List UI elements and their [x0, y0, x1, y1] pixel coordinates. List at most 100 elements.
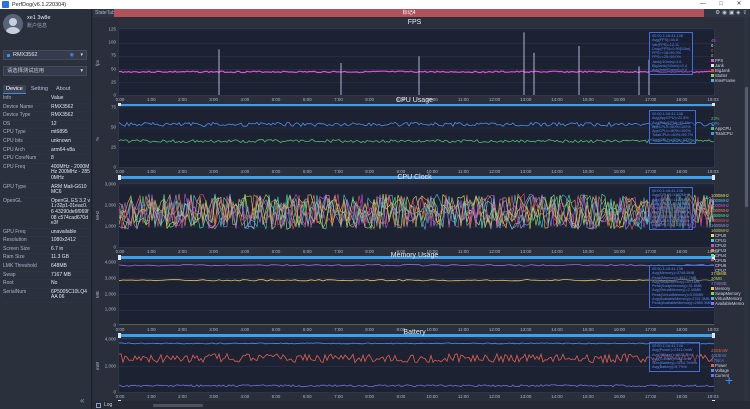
x-tick-label: 11:00 [457, 394, 469, 399]
info-key: Device Name [3, 103, 34, 110]
folder-icon[interactable]: ▣ [729, 9, 734, 17]
info-key: Root [3, 280, 14, 287]
info-value: No [51, 280, 58, 287]
x-tick-label: 2:00 [178, 394, 187, 399]
close-button[interactable]: ✕ [730, 0, 748, 9]
horizontal-scrollbar[interactable] [153, 404, 203, 407]
x-tick-label: 9:00 [396, 394, 406, 399]
info-key: OS [3, 120, 11, 127]
info-row: Resolution 1080x2412 [3, 237, 90, 246]
device-info-table: Info Value Device Name RMX3562 Device Type… [3, 95, 90, 304]
bottom-bar: Log [93, 401, 750, 409]
info-key: Resolution [3, 237, 27, 244]
x-tick-label: 13:00 [520, 394, 532, 399]
info-row: CPU Type mt6895 [3, 129, 90, 138]
legend-swatch [711, 287, 714, 290]
plot-area[interactable]: 00:00-1:16:41.138 Avg(CPU0)=1482MHz Avg(CP… [118, 183, 715, 248]
info-key: LMK Threshold [3, 263, 37, 270]
app-dropdown[interactable]: 请选择测试应用 ▾ [3, 66, 87, 76]
info-row: Device Name RMX3562 [3, 104, 90, 113]
info-key: OpenGL [3, 197, 22, 204]
tab-device[interactable]: Device [3, 85, 26, 94]
avatar[interactable] [3, 14, 23, 34]
y-tick-label: 25 [110, 79, 116, 85]
stat-line: Avg(AppCPU)=22.8% [652, 116, 689, 121]
stats-box: 00:00-1:16:41.138 Avg(Memory)=3748.5MB Pea… [649, 265, 714, 308]
y-tick-label: 4,000 [104, 259, 116, 265]
tab-setting[interactable]: Setting [28, 85, 51, 94]
export-icon[interactable]: ⇪ [742, 9, 747, 17]
vertical-scrollbar[interactable] [744, 17, 749, 401]
legend-swatch [711, 297, 714, 300]
y-tick-label: 75 [110, 104, 116, 110]
plot-area[interactable]: 00:00-1:16:41.138 Avg(FPS)=44.8 Var(FPS)=1… [118, 28, 715, 96]
y-tick-label: 1,000 [104, 223, 116, 229]
series-line-appcpu [119, 139, 714, 144]
window-title: PerfDog(v6.1.220304) [12, 1, 67, 8]
sidebar-tabs: Device Setting About [3, 85, 73, 94]
window-controls: — □ ✕ [694, 0, 748, 9]
info-value: mt6895 [51, 129, 68, 136]
plot-area[interactable]: 00:00-1:16:41.138 Avg(Memory)=3748.5MB Pea… [118, 261, 715, 326]
legend-swatch [711, 302, 714, 305]
series-line-memory [119, 279, 714, 282]
info-value: 6.7 in [51, 245, 64, 252]
stats-box: 00:00-1:16:41.138 Avg(AppCPU)=22.8% Avg(To… [649, 110, 697, 145]
camera-icon[interactable]: ◉ [722, 9, 727, 17]
record-tag[interactable]: 标记4 [114, 9, 704, 17]
chart-title: FPS [407, 19, 422, 26]
info-header: Info Value [3, 95, 90, 104]
chart-panel-mem: Memory Usage MB 4,000 3,000 2,000 1,000 0 00:00… [94, 252, 747, 338]
info-value: RMX3562 [51, 112, 74, 119]
legend-swatch [711, 374, 714, 377]
legend-swatch [711, 127, 714, 130]
log-label: Log [104, 402, 113, 408]
plot-area[interactable]: 00:00-1:16:41.138 Avg(AppCPU)=22.8% Avg(To… [118, 106, 715, 168]
stat-line: Avg(Power)=2341.0mW [652, 348, 693, 353]
info-value: 8 [51, 155, 54, 162]
maximize-button[interactable]: □ [712, 0, 730, 9]
x-tick-label: 16:00 [613, 394, 625, 399]
legend-swatch [711, 234, 714, 237]
info-value: unavailable [51, 228, 77, 235]
legend-swatch [711, 292, 714, 295]
account-center-link[interactable]: 账户信息 [27, 22, 51, 30]
info-key: SerialNum [3, 288, 27, 295]
user-name: xe1 3w8e [27, 15, 51, 21]
log-checkbox[interactable] [96, 402, 101, 408]
stat-line: Avg(CPU7)=1729MHz [652, 223, 690, 228]
x-tick-label: 15:00 [582, 394, 594, 399]
y-tick-label: 1,000 [104, 306, 116, 312]
legend-label: TotalCPU [715, 131, 733, 136]
info-key: Device Type [3, 112, 31, 119]
device-dropdown[interactable]: RMX3562 ◉ ▾ [3, 50, 87, 60]
y-tick-label: 100 [108, 39, 116, 45]
series-line-available [119, 264, 714, 267]
filter-icon[interactable]: ◈ [736, 9, 740, 17]
add-chart-button[interactable]: + [725, 372, 733, 388]
legend-swatch [711, 132, 714, 135]
stat-line: TotalCPU<=80%=100% [652, 137, 692, 142]
y-tick-label: 2,000 [104, 291, 116, 296]
plot-area[interactable]: 00:00-1:16:41.138 Avg(Power)=2341.0mW Avg(… [118, 338, 715, 393]
y-tick-label: 4,000 [104, 336, 116, 342]
x-tick-label: 5:00 [271, 394, 281, 399]
collapse-sidebar-icon[interactable]: « [80, 396, 84, 405]
y-tick-label: 25 [110, 144, 116, 150]
minimize-button[interactable]: — [694, 0, 712, 9]
tab-about[interactable]: About [53, 85, 73, 94]
info-row: OpenGL OpenGL ES 3.2 v1.r32p1-01eac0.6 43… [3, 198, 90, 229]
wifi-icon[interactable]: ◉ [70, 52, 74, 58]
y-tick-label: 3,000 [104, 181, 116, 187]
info-key: GPU Type [3, 183, 26, 190]
info-value: unknown [51, 137, 72, 144]
settings-icon[interactable]: ⚙ [715, 9, 720, 17]
state-tab[interactable]: StateTab [95, 9, 115, 17]
info-row: GPU Freq unavailable [3, 229, 90, 238]
info-key: Screen Size [3, 245, 30, 252]
stat-line: Avg(InterFrame)=0.0 [652, 68, 688, 73]
sidebar: xe1 3w8e 账户信息 RMX3562 ◉ ▾ 请选择测试应用 ▾ Devi… [0, 9, 92, 409]
main-area: StateTab 标记4 ⚙ ◉ ▣ ◈ ⇪ FPS fps 125 100 75 50 2… [93, 9, 750, 405]
series-line-totalcpu [119, 121, 714, 127]
chart-title: CPU Clock [397, 174, 432, 181]
